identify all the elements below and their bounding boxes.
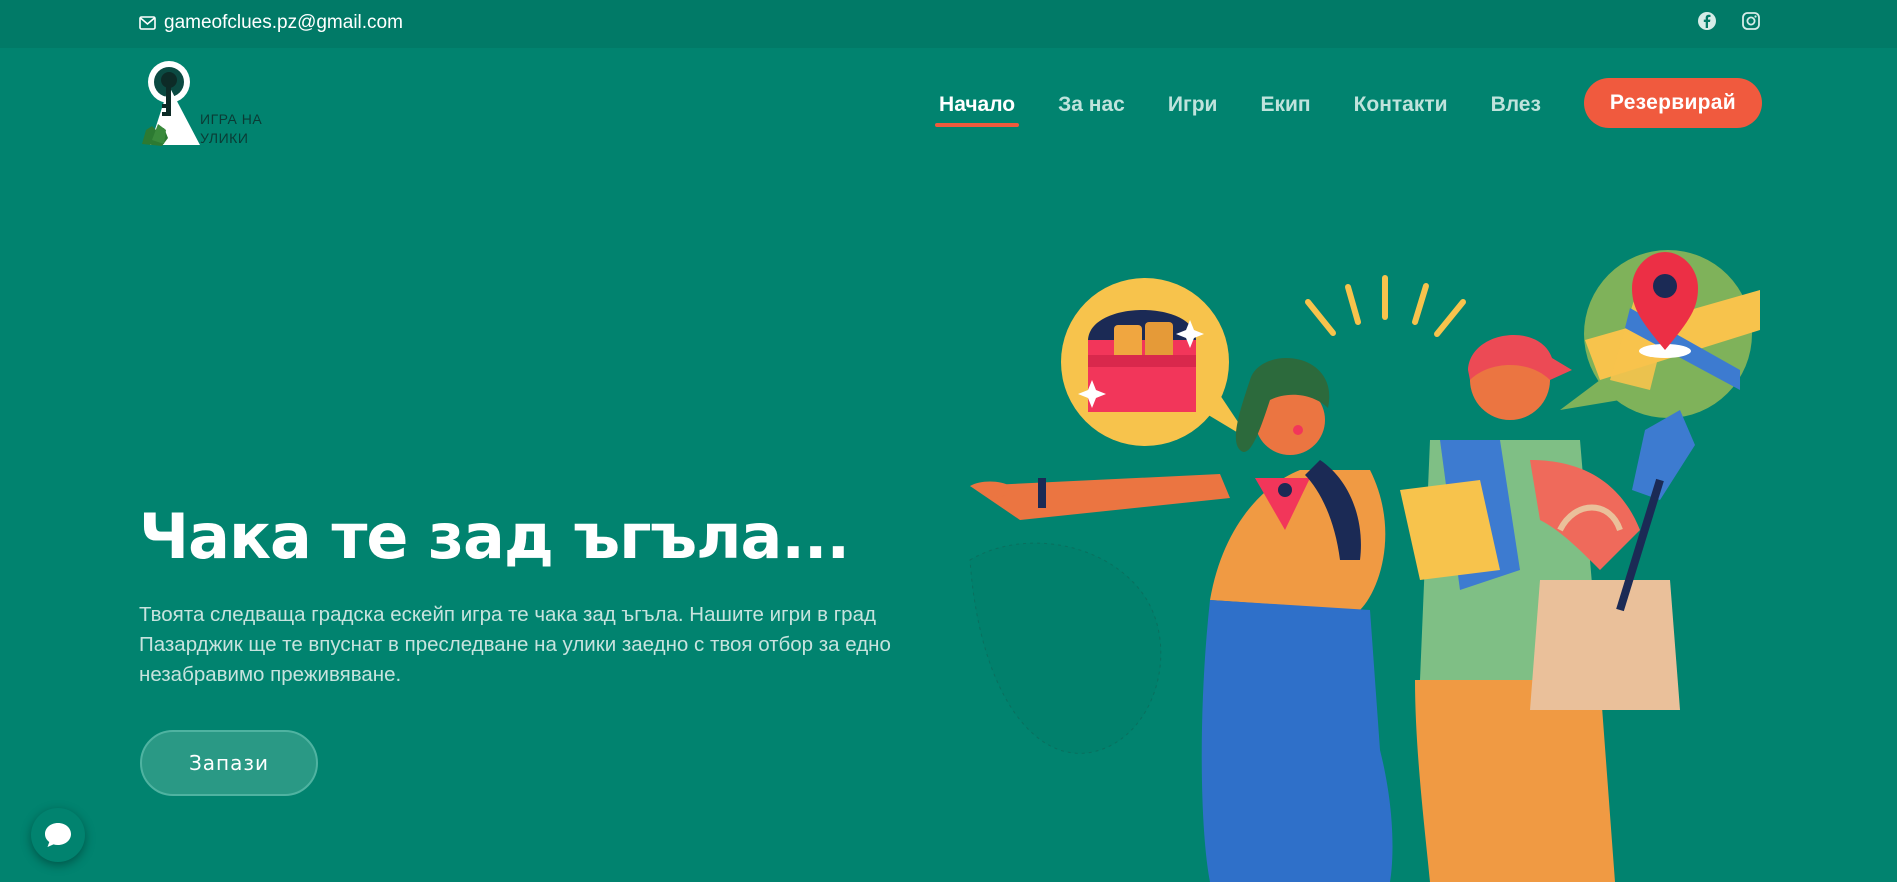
excitement-rays-icon — [1305, 275, 1466, 337]
treasure-chest-bubble-icon — [1061, 278, 1250, 446]
hero-title: Чака те зад ъгъла... — [139, 500, 850, 573]
nav-item-login[interactable]: Влез — [1491, 93, 1541, 127]
main-nav: Начало За нас Игри Екип Контакти Влез Ре… — [935, 78, 1762, 128]
instagram-icon[interactable] — [1741, 11, 1761, 31]
email-text: gameofclues.pz@gmail.com — [164, 12, 403, 33]
logo-text-line2: УЛИКИ — [200, 130, 249, 146]
book-button[interactable]: Резервирай — [1583, 78, 1762, 128]
reserve-button[interactable]: Запази — [140, 730, 318, 796]
mail-icon — [139, 16, 156, 30]
nav-item-home[interactable]: Начало — [935, 93, 1020, 127]
logo-text-line1: ИГРА НА — [200, 111, 263, 127]
man-with-map-figure — [1400, 335, 1695, 882]
chat-button[interactable] — [31, 808, 85, 862]
social-links — [1697, 11, 1761, 31]
nav-item-contacts[interactable]: Контакти — [1354, 93, 1448, 127]
chat-icon — [45, 823, 71, 847]
contact-email[interactable]: gameofclues.pz@gmail.com — [139, 12, 403, 34]
hero-description: Твоята следваща градска ескейп игра те ч… — [139, 603, 891, 686]
top-bar: gameofclues.pz@gmail.com — [0, 0, 1897, 48]
facebook-icon[interactable] — [1697, 11, 1717, 31]
nav-item-team[interactable]: Екип — [1260, 93, 1310, 127]
nav-item-about[interactable]: За нас — [1058, 93, 1125, 127]
nav-item-games[interactable]: Игри — [1168, 93, 1218, 127]
hero-illustration — [969, 250, 1760, 882]
map-pin-bubble-icon — [1560, 250, 1760, 418]
